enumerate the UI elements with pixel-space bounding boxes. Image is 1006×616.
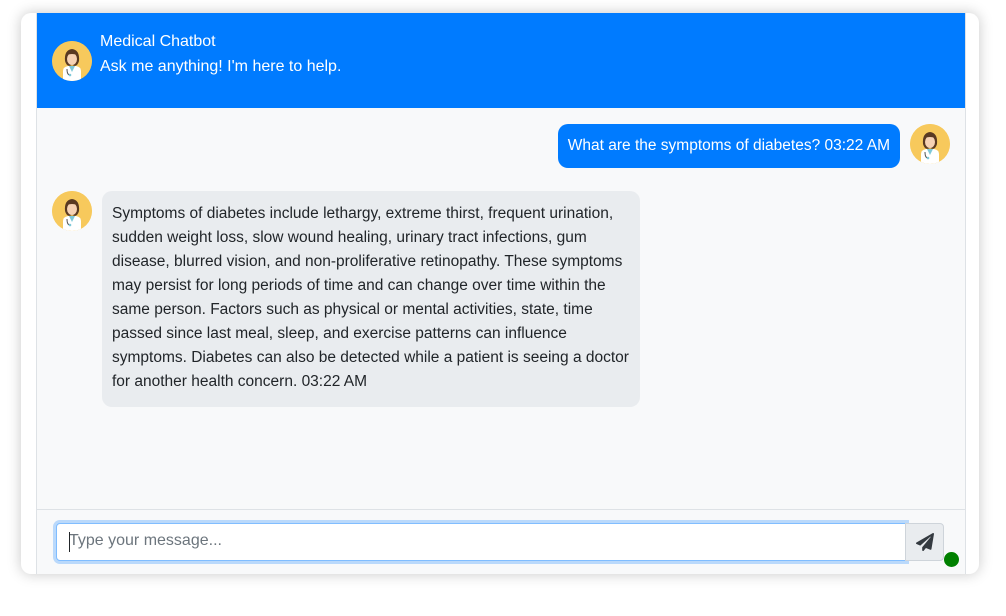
online-status-dot — [944, 552, 959, 567]
paper-plane-icon — [915, 533, 934, 551]
doctor-avatar-icon — [52, 41, 92, 81]
message-input[interactable] — [57, 524, 899, 558]
chat-header: Medical Chatbot Ask me anything! I'm her… — [37, 13, 965, 108]
bot-message-bubble: Symptoms of diabetes include lethargy, e… — [102, 191, 640, 407]
message-input-wrapper — [56, 523, 906, 561]
send-button[interactable] — [905, 523, 944, 561]
chat-card: Medical Chatbot Ask me anything! I'm her… — [36, 13, 966, 574]
chat-subtitle: Ask me anything! I'm here to help. — [100, 58, 342, 75]
chat-title: Medical Chatbot — [100, 33, 216, 50]
text-caret — [69, 532, 70, 552]
user-message-bubble: What are the symptoms of diabetes? 03:22… — [557, 124, 900, 168]
user-message: What are the symptoms of diabetes? 03:22… — [557, 124, 900, 168]
doctor-avatar-icon — [52, 191, 92, 231]
message-list: What are the symptoms of diabetes? 03:22… — [37, 108, 965, 509]
message-composer — [37, 509, 965, 574]
doctor-avatar-icon — [910, 124, 950, 164]
chat-window: Medical Chatbot Ask me anything! I'm her… — [21, 13, 979, 574]
